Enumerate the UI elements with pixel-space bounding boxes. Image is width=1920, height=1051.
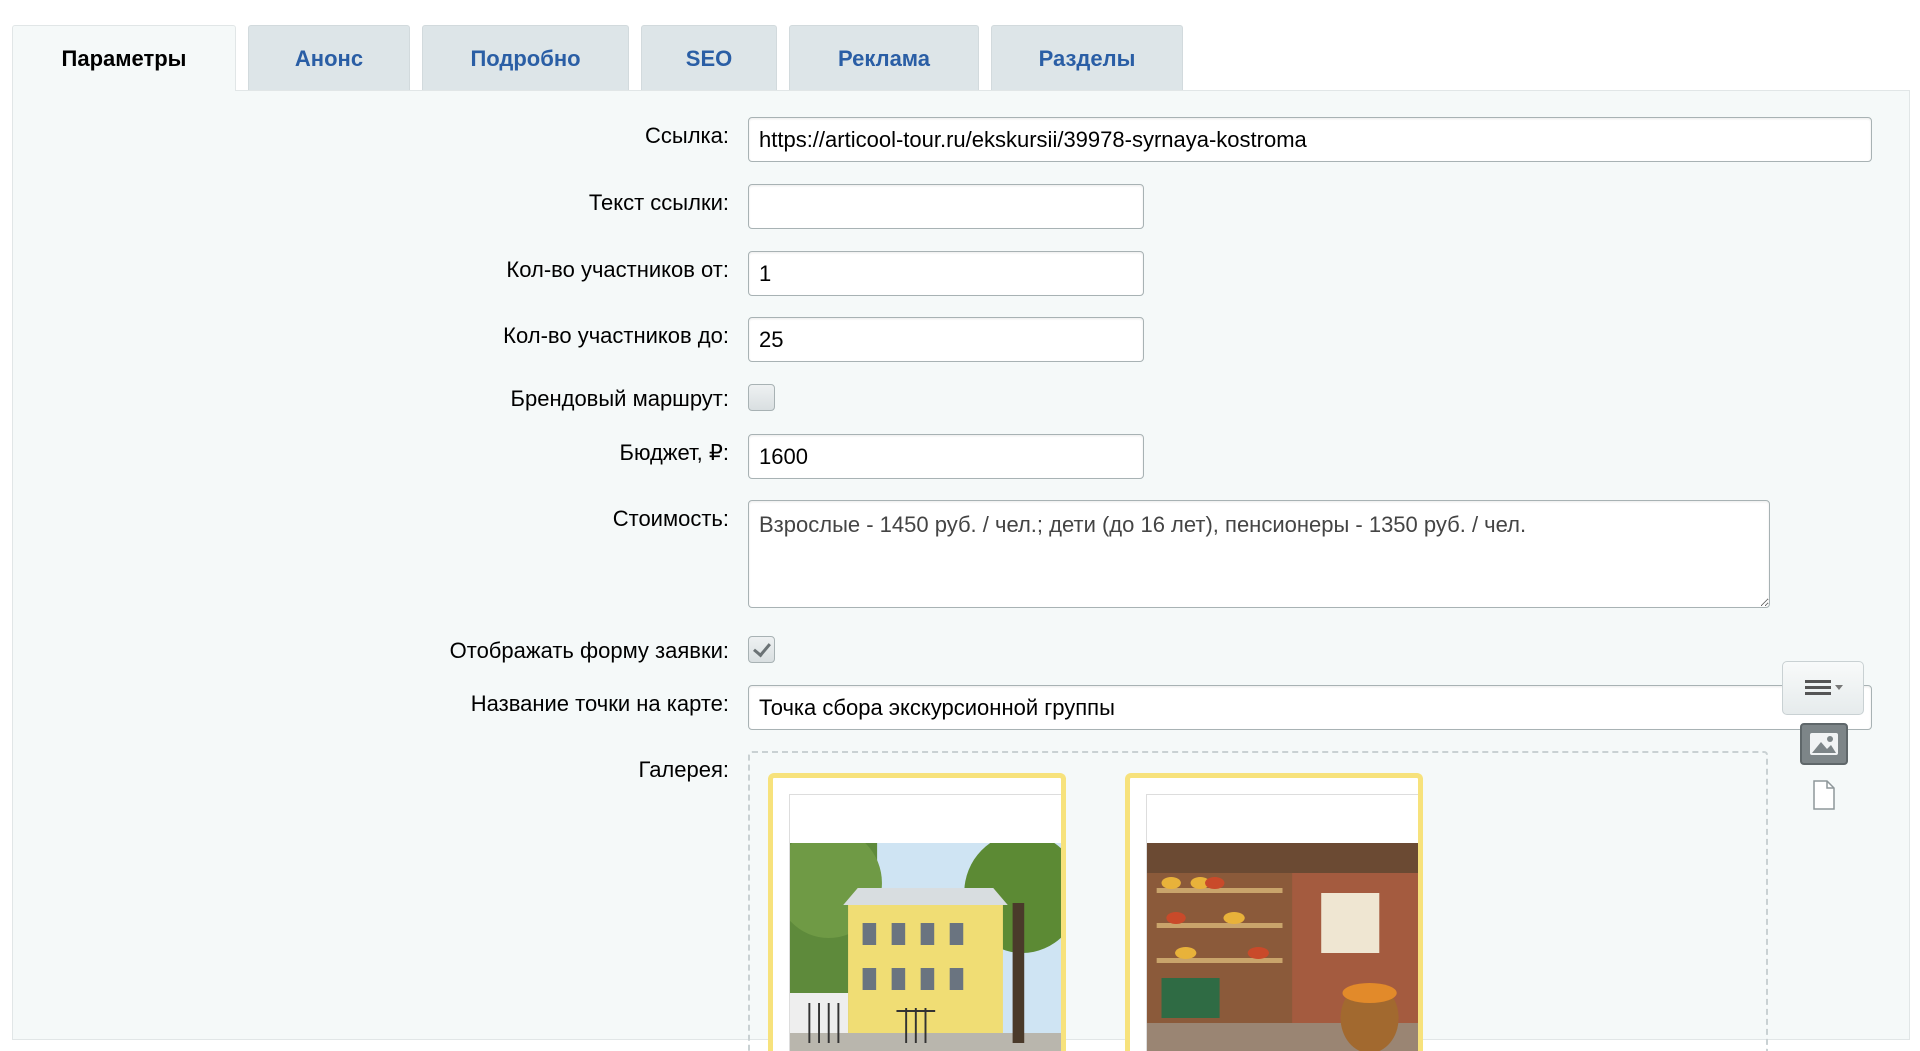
participants-to-label: Кол-во участников до: xyxy=(503,323,729,348)
gallery-view-menu-button[interactable] xyxy=(1782,661,1864,715)
list-menu-icon xyxy=(1805,680,1843,695)
brand-route-checkbox[interactable] xyxy=(748,384,775,411)
add-image-button[interactable] xyxy=(1800,723,1848,765)
link-input[interactable] xyxy=(748,117,1872,162)
form-panel: Ссылка: Текст ссылки: Кол-во участников … xyxy=(12,90,1910,1051)
file-icon xyxy=(1813,780,1835,810)
show-form-label: Отображать форму заявки: xyxy=(449,638,729,663)
map-point-input[interactable] xyxy=(748,685,1872,730)
gallery-item-frame xyxy=(789,794,1061,1051)
brand-route-label: Брендовый маршрут: xyxy=(510,386,729,411)
add-file-button[interactable] xyxy=(1812,780,1836,810)
participants-from-input[interactable] xyxy=(748,251,1144,296)
gallery-label: Галерея: xyxy=(638,757,729,782)
image-icon xyxy=(1810,733,1838,755)
tab-announce[interactable]: Анонс xyxy=(248,25,410,91)
link-text-input[interactable] xyxy=(748,184,1144,229)
yellow-building-photo xyxy=(790,843,1061,1051)
tab-parameters[interactable]: Параметры xyxy=(12,25,236,91)
tab-seo[interactable]: SEO xyxy=(641,25,777,91)
tab-bar: Параметры Анонс Подробно SEO Реклама Раз… xyxy=(12,25,1195,91)
budget-label: Бюджет, ₽: xyxy=(619,440,729,465)
map-point-label: Название точки на карте: xyxy=(470,691,729,716)
gallery-dropzone[interactable] xyxy=(748,751,1768,1051)
cost-textarea[interactable]: Взрослые - 1450 руб. / чел.; дети (до 16… xyxy=(748,500,1770,608)
show-form-checkbox[interactable] xyxy=(748,636,775,663)
participants-from-label: Кол-во участников от: xyxy=(506,257,729,282)
link-label: Ссылка: xyxy=(645,123,729,148)
tab-sections[interactable]: Разделы xyxy=(991,25,1183,91)
link-text-label: Текст ссылки: xyxy=(588,190,729,215)
tab-details[interactable]: Подробно xyxy=(422,25,629,91)
budget-input[interactable] xyxy=(748,434,1144,479)
cheese-shop-interior-photo xyxy=(1147,843,1418,1051)
participants-to-input[interactable] xyxy=(748,317,1144,362)
tab-advertising[interactable]: Реклама xyxy=(789,25,979,91)
gallery-item[interactable] xyxy=(768,773,1066,1051)
gallery-item-frame xyxy=(1146,794,1418,1051)
cost-label: Стоимость: xyxy=(612,506,729,531)
gallery-item[interactable] xyxy=(1125,773,1423,1051)
